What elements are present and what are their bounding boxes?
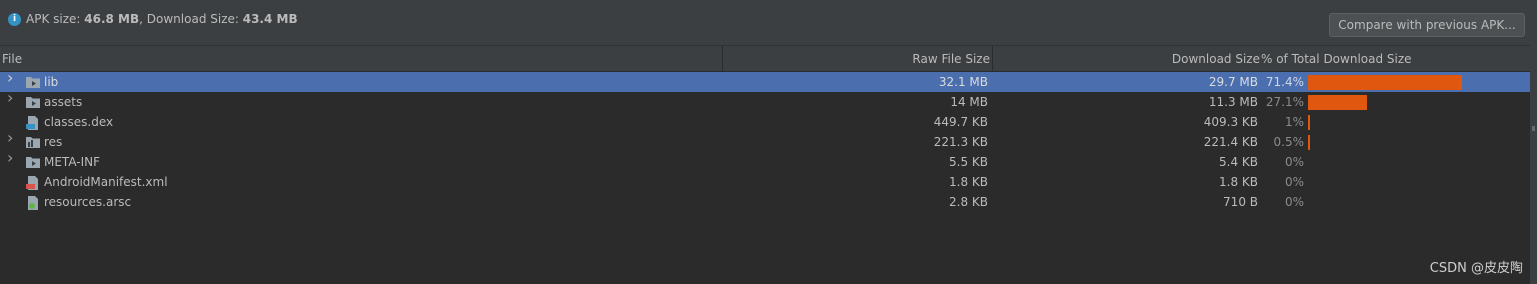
column-header-percent-of-total[interactable]: % of Total Download Size: [1261, 52, 1412, 66]
download-size-value: 43.4 MB: [242, 12, 298, 26]
file-name: assets: [44, 95, 83, 109]
table-row[interactable]: classes.dex 449.7 KB 409.3 KB 1%: [0, 112, 1530, 132]
raw-file-size: 449.7 KB: [933, 115, 988, 129]
toolbar: i APK size: 46.8 MB, Download Size: 43.4…: [0, 0, 1537, 44]
column-header-file[interactable]: File: [2, 52, 22, 66]
table-row[interactable]: › META-INF 5.5 KB 5.4 KB 0%: [0, 150, 1530, 172]
download-share-bar: [1308, 75, 1462, 90]
apk-size-value: 46.8 MB: [84, 12, 140, 26]
resource-folder-icon: [26, 136, 40, 148]
file-name: classes.dex: [44, 115, 114, 129]
file-name: resources.arsc: [44, 195, 132, 209]
folder-icon: [26, 156, 40, 168]
watermark-text: CSDN @皮皮陶: [1429, 261, 1523, 276]
download-size: 1.8 KB: [1219, 175, 1258, 189]
column-header-download-size[interactable]: Download Size: [1172, 52, 1260, 66]
percent-of-total: 1%: [1284, 115, 1304, 129]
download-size: 221.4 KB: [1203, 135, 1258, 149]
percent-of-total: 0.5%: [1273, 135, 1305, 149]
table-row[interactable]: › lib 32.1 MB 29.7 MB 71.4%: [0, 70, 1530, 92]
file-name: res: [44, 135, 63, 149]
column-divider[interactable]: [722, 46, 723, 71]
expand-chevron-icon[interactable]: ›: [7, 90, 17, 106]
download-size-label: Download Size:: [146, 12, 243, 26]
download-size: 29.7 MB: [1208, 75, 1258, 89]
download-size: 710 B: [1223, 195, 1258, 209]
percent-of-total: 0%: [1284, 175, 1304, 189]
apk-contents-table: File Raw File Size Download Size % of To…: [0, 45, 1530, 284]
column-header-raw-file-size[interactable]: Raw File Size: [912, 52, 990, 66]
file-name: META-INF: [44, 155, 101, 169]
table-row[interactable]: › assets 14 MB 11.3 MB 27.1%: [0, 90, 1530, 112]
summary-separator: ,: [139, 12, 147, 26]
table-row[interactable]: resources.arsc 2.8 KB 710 B 0%: [0, 192, 1530, 212]
file-name: lib: [44, 75, 59, 89]
table-header: File Raw File Size Download Size % of To…: [0, 46, 1530, 72]
raw-file-size: 14 MB: [950, 95, 988, 109]
folder-icon: [26, 76, 40, 88]
raw-file-size: 32.1 MB: [938, 75, 988, 89]
dex-file-icon: [26, 116, 40, 130]
arsc-file-icon: [26, 196, 40, 210]
percent-of-total: 0%: [1284, 195, 1304, 209]
folder-icon: [26, 96, 40, 108]
raw-file-size: 1.8 KB: [949, 175, 988, 189]
percent-of-total: 71.4%: [1265, 75, 1304, 89]
scrollbar-marker: [1532, 126, 1535, 131]
vertical-scrollbar[interactable]: [1530, 45, 1537, 283]
column-divider[interactable]: [992, 46, 993, 71]
download-share-bar: [1308, 135, 1310, 150]
xml-file-icon: [26, 176, 40, 190]
download-size: 409.3 KB: [1203, 115, 1258, 129]
info-icon: i: [8, 13, 21, 26]
table-row[interactable]: AndroidManifest.xml 1.8 KB 1.8 KB 0%: [0, 172, 1530, 192]
expand-chevron-icon[interactable]: ›: [7, 150, 17, 166]
percent-of-total: 0%: [1284, 155, 1304, 169]
expand-chevron-icon[interactable]: ›: [7, 70, 17, 86]
expand-chevron-icon[interactable]: ›: [7, 130, 17, 146]
download-size: 5.4 KB: [1219, 155, 1258, 169]
raw-file-size: 2.8 KB: [949, 195, 988, 209]
raw-file-size: 221.3 KB: [933, 135, 988, 149]
table-row[interactable]: › res 221.3 KB 221.4 KB 0.5%: [0, 130, 1530, 152]
percent-of-total: 27.1%: [1265, 95, 1304, 109]
download-share-bar: [1308, 115, 1310, 130]
download-share-bar: [1308, 95, 1367, 110]
raw-file-size: 5.5 KB: [949, 155, 988, 169]
download-size: 11.3 MB: [1208, 95, 1258, 109]
apk-size-summary: APK size: 46.8 MB, Download Size: 43.4 M…: [26, 12, 298, 26]
compare-with-previous-apk-button[interactable]: Compare with previous APK...: [1329, 13, 1525, 37]
apk-size-label: APK size:: [26, 12, 85, 26]
file-name: AndroidManifest.xml: [44, 175, 168, 189]
